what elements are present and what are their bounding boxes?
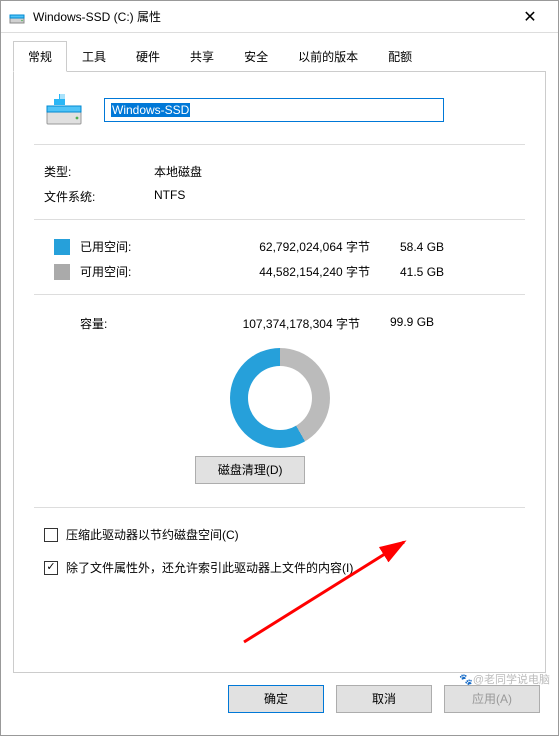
- drive-large-icon: [44, 90, 84, 130]
- free-label: 可用空间:: [80, 263, 180, 280]
- free-gb: 41.5 GB: [400, 265, 480, 279]
- close-button[interactable]: ✕: [510, 7, 550, 27]
- cancel-button[interactable]: 取消: [336, 685, 432, 713]
- tab-strip: 常规 工具 硬件 共享 安全 以前的版本 配额: [13, 41, 546, 72]
- index-label: 除了文件属性外，还允许索引此驱动器上文件的内容(I): [66, 559, 353, 576]
- drive-name-input[interactable]: Windows-SSD: [104, 98, 444, 122]
- tab-sharing[interactable]: 共享: [175, 41, 229, 72]
- type-label: 类型:: [44, 163, 154, 180]
- annotation-arrow: [234, 532, 424, 652]
- index-checkbox[interactable]: [44, 561, 58, 575]
- used-gb: 58.4 GB: [400, 240, 480, 254]
- fs-value: NTFS: [154, 188, 185, 205]
- used-label: 已用空间:: [80, 238, 180, 255]
- drive-icon: [9, 9, 25, 25]
- tab-hardware[interactable]: 硬件: [121, 41, 175, 72]
- tab-previous[interactable]: 以前的版本: [283, 41, 373, 72]
- used-color-swatch: [54, 239, 70, 255]
- fs-label: 文件系统:: [44, 188, 154, 205]
- tab-security[interactable]: 安全: [229, 41, 283, 72]
- capacity-gb: 99.9 GB: [390, 315, 470, 332]
- disk-cleanup-button[interactable]: 磁盘清理(D): [195, 456, 305, 484]
- tab-general[interactable]: 常规: [13, 41, 67, 72]
- free-bytes: 44,582,154,240 字节: [180, 263, 400, 280]
- free-color-swatch: [54, 264, 70, 280]
- usage-pie-chart: [230, 348, 330, 448]
- ok-button[interactable]: 确定: [228, 685, 324, 713]
- apply-button[interactable]: 应用(A): [444, 685, 540, 713]
- window-title: Windows-SSD (C:) 属性: [33, 8, 510, 25]
- capacity-bytes: 107,374,178,304 字节: [170, 315, 390, 332]
- tab-quota[interactable]: 配额: [373, 41, 427, 72]
- watermark: 🐾@老同学说电脑: [459, 671, 550, 687]
- capacity-label: 容量:: [80, 315, 170, 332]
- type-value: 本地磁盘: [154, 163, 202, 180]
- used-bytes: 62,792,024,064 字节: [180, 238, 400, 255]
- compress-label: 压缩此驱动器以节约磁盘空间(C): [66, 526, 239, 543]
- tab-tools[interactable]: 工具: [67, 41, 121, 72]
- compress-checkbox[interactable]: [44, 528, 58, 542]
